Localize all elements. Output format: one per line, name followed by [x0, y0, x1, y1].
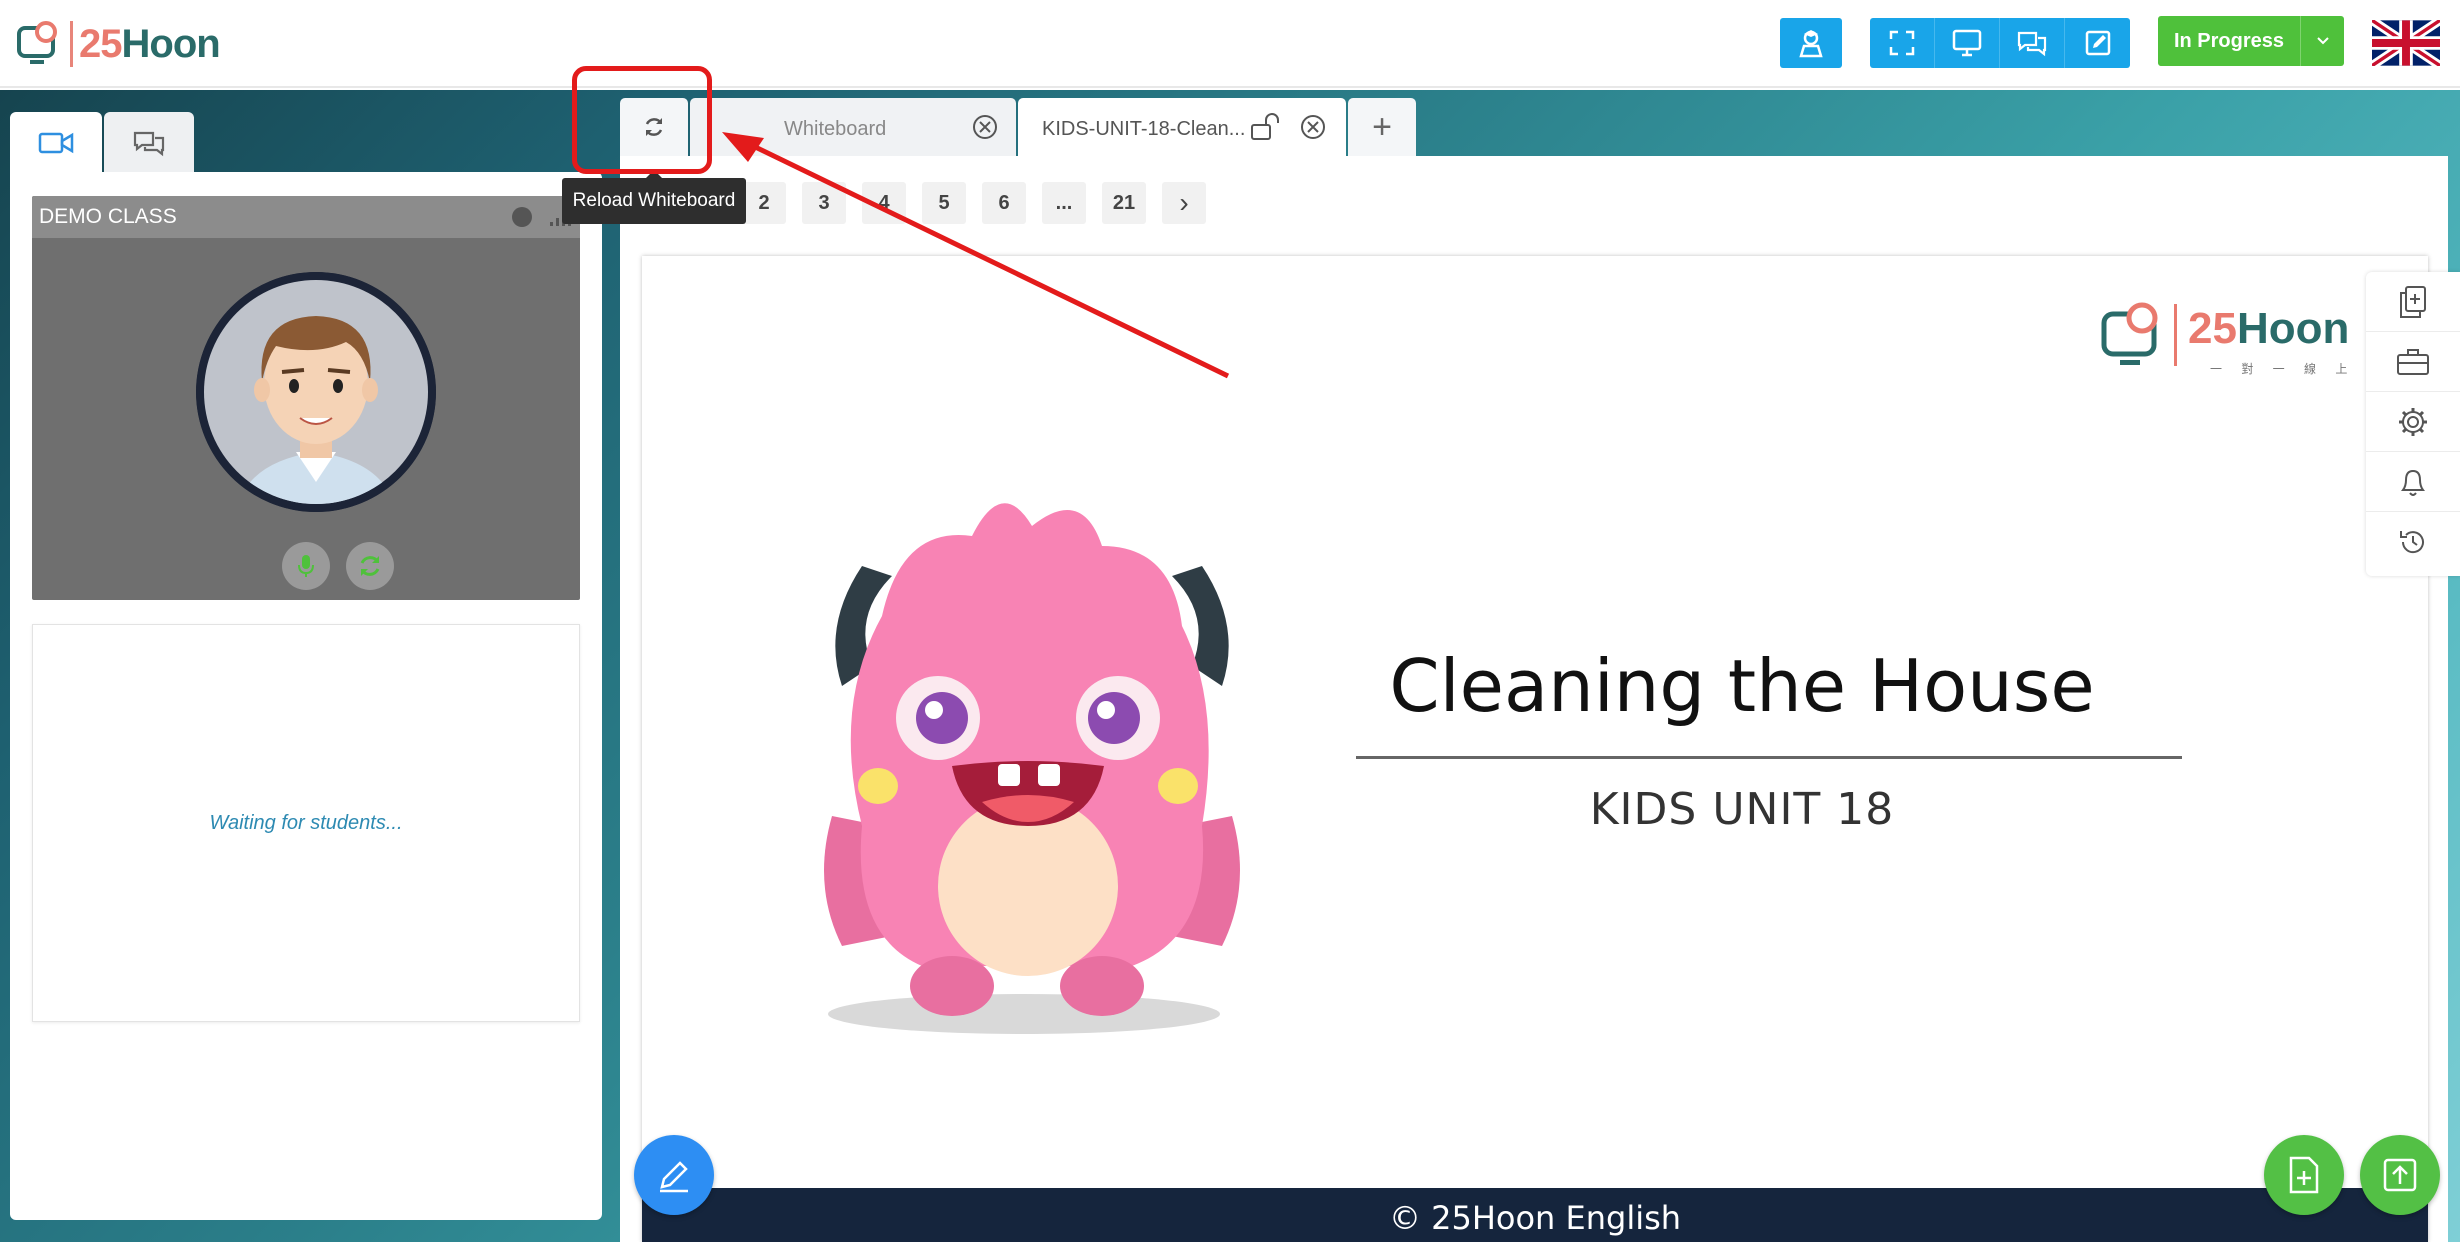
- tab-whiteboard[interactable]: Whiteboard: [690, 98, 1016, 156]
- tab-kids-label: KIDS-UNIT-18-Clean...: [1042, 118, 1246, 140]
- upload-icon: [2383, 1158, 2417, 1192]
- refresh-icon: [360, 556, 380, 576]
- left-panel-tabs: [10, 112, 196, 174]
- left-panel-body: DEMO CLASS Waiting for students...: [10, 172, 602, 1220]
- edit-button[interactable]: [2065, 18, 2130, 68]
- chat-button[interactable]: [2000, 18, 2065, 68]
- fullscreen-button[interactable]: [1870, 18, 1935, 68]
- tab-whiteboard-label: Whiteboard: [784, 118, 887, 140]
- students-area: Waiting for students...: [32, 624, 580, 1022]
- slide-logo-number: 25: [2188, 304, 2237, 353]
- class-name: DEMO CLASS: [39, 205, 177, 228]
- slide-subtitle: KIDS UNIT 18: [1589, 784, 1895, 835]
- teacher-button[interactable]: [1780, 18, 1842, 68]
- pink-monster-illustration: [824, 503, 1240, 1034]
- next-page-button[interactable]: ›: [1162, 182, 1206, 224]
- add-document-button[interactable]: [2264, 1135, 2344, 1215]
- page-button-6[interactable]: 6: [982, 182, 1026, 224]
- microphone-button[interactable]: [282, 542, 330, 590]
- chat-bubbles-icon: [133, 131, 165, 157]
- status-label: In Progress: [2173, 29, 2285, 52]
- add-file-icon: [2289, 1156, 2319, 1194]
- close-tab-icon[interactable]: [972, 114, 998, 140]
- add-tab-button[interactable]: +: [1348, 98, 1416, 156]
- slide-footer: © 25Hoon English: [642, 1188, 2428, 1242]
- tab-video[interactable]: [10, 112, 102, 174]
- chat-bubbles-icon: [2017, 31, 2047, 57]
- slide-divider: [1356, 756, 2182, 759]
- slide-title: Cleaning the House: [1389, 644, 2095, 728]
- fullscreen-icon: [1889, 30, 1915, 56]
- video-camera-icon: [38, 132, 74, 154]
- page-ellipsis[interactable]: ...: [1042, 182, 1086, 224]
- toolbox-icon: [2397, 348, 2429, 375]
- view-toolbar: [1870, 18, 2130, 68]
- uk-flag-icon[interactable]: [2372, 20, 2440, 66]
- logo-word: Hoon: [121, 21, 221, 66]
- top-bar: 25Hoon In Progress: [0, 0, 2460, 88]
- app-logo[interactable]: 25Hoon: [16, 14, 221, 74]
- copy-file-icon: [2400, 285, 2426, 318]
- close-tab-icon[interactable]: [1300, 114, 1326, 140]
- gear-icon: [2399, 407, 2427, 436]
- status-dropdown[interactable]: In Progress: [2158, 16, 2344, 66]
- slide-logo-word: Hoon: [2236, 304, 2350, 353]
- settings-tool[interactable]: [2366, 392, 2460, 452]
- page-button-21[interactable]: 21: [1102, 182, 1146, 224]
- annotation-highlight-box: [572, 66, 712, 174]
- logo-monitor-icon: [2101, 302, 2177, 366]
- whiteboard-panel: 1 2 3 4 5 6 ... 21 › 25Hoon 一 對 一 線 上 美 …: [620, 156, 2448, 1242]
- microphone-icon: [298, 555, 314, 577]
- chevron-down-icon[interactable]: [2300, 16, 2344, 66]
- left-panel: DEMO CLASS Waiting for students...: [10, 112, 602, 1220]
- notifications-tool[interactable]: [2366, 452, 2460, 512]
- video-header: DEMO CLASS: [32, 196, 580, 238]
- pen-icon: [660, 1161, 688, 1193]
- reload-tooltip: Reload Whiteboard: [562, 170, 746, 224]
- tab-chat[interactable]: [104, 112, 194, 174]
- page-pagination: 1 2 3 4 5 6 ... 21 ›: [682, 182, 1222, 224]
- bell-icon: [2401, 469, 2425, 496]
- upload-button[interactable]: [2360, 1135, 2440, 1215]
- history-icon: [2400, 531, 2424, 554]
- draw-button[interactable]: [634, 1135, 714, 1215]
- toolbox-tool[interactable]: [2366, 332, 2460, 392]
- history-tool[interactable]: [2366, 512, 2460, 572]
- record-indicator-icon: [512, 207, 532, 227]
- unlocked-icon[interactable]: [1250, 112, 1284, 142]
- teacher-icon: [1799, 30, 1823, 58]
- logo-number: 25: [79, 21, 122, 66]
- monitor-icon: [1952, 29, 1982, 57]
- screen-share-button[interactable]: [1935, 18, 2000, 68]
- right-tool-strip: [2366, 272, 2460, 576]
- add-page-tool[interactable]: [2366, 272, 2460, 332]
- refresh-video-button[interactable]: [346, 542, 394, 590]
- page-button-5[interactable]: 5: [922, 182, 966, 224]
- whiteboard-tabs: Whiteboard KIDS-UNIT-18-Clean... +: [620, 98, 1418, 156]
- teacher-avatar: [196, 272, 436, 512]
- logo-monitor-icon: [17, 21, 57, 64]
- edit-icon: [2085, 30, 2110, 56]
- tab-kids-unit-18[interactable]: KIDS-UNIT-18-Clean...: [1018, 98, 1346, 156]
- slide-canvas[interactable]: 25Hoon 一 對 一 線 上 美 文 Cleaning the House …: [642, 256, 2428, 1242]
- page-button-2[interactable]: 2: [742, 182, 786, 224]
- page-button-4[interactable]: 4: [862, 182, 906, 224]
- video-card: DEMO CLASS: [32, 196, 580, 600]
- page-button-3[interactable]: 3: [802, 182, 846, 224]
- logo-separator: [70, 21, 73, 67]
- waiting-message: Waiting for students...: [209, 811, 403, 834]
